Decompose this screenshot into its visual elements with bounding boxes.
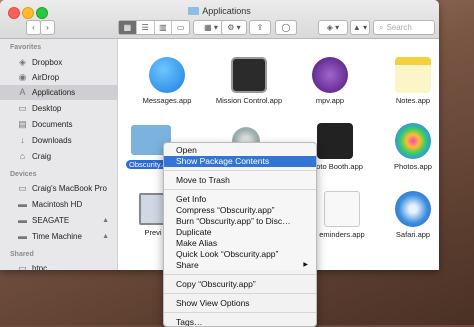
sidebar-item-htpc[interactable]: ▭ htpc <box>0 261 117 270</box>
safari-icon <box>395 191 431 227</box>
menu-item-get-info[interactable]: Get Info <box>164 194 316 205</box>
window-title: Applications <box>0 6 439 16</box>
shared-header: Shared <box>10 251 34 258</box>
search-icon: ⌕ <box>379 23 384 32</box>
back-button[interactable]: ‹ <box>26 20 41 35</box>
menu-item-duplicate[interactable]: Duplicate <box>164 227 316 238</box>
forward-button[interactable]: › <box>40 20 55 35</box>
sidebar-item-documents[interactable]: ▤ Documents <box>0 117 117 132</box>
menu-item-make-alias[interactable]: Make Alias <box>164 238 316 249</box>
menu-item-share[interactable]: Share ▶ <box>164 260 316 271</box>
app-item-notes[interactable]: Notes.app <box>374 57 439 105</box>
sidebar-item-downloads[interactable]: ↓ Downloads <box>0 133 117 148</box>
eject-icon[interactable]: ▲ <box>102 229 109 244</box>
submenu-arrow-icon: ▶ <box>303 262 308 268</box>
app-item-mission-control[interactable]: Mission Control.app <box>210 57 288 105</box>
dropbox-icon: ◈ <box>19 57 26 67</box>
menu-item-compress[interactable]: Compress “Obscurity.app” <box>164 205 316 216</box>
mission-control-icon <box>231 57 267 93</box>
share-button[interactable]: ⇪ <box>249 20 271 35</box>
photos-icon <box>395 123 431 159</box>
sidebar-item-craig[interactable]: ⌂ Craig <box>0 149 117 164</box>
title-bar: Applications ‹ › ▦ ☰ ▥ ▭ ▦ ▾ ⚙ ▾ ⇪ ◯ ◈ ▾… <box>0 0 439 39</box>
menu-item-quick-look[interactable]: Quick Look “Obscurity.app” <box>164 249 316 260</box>
cover-flow-button[interactable]: ▭ <box>172 21 189 34</box>
menu-separator <box>164 312 316 313</box>
menu-separator <box>164 170 316 171</box>
tag-button[interactable]: ◯ <box>275 20 297 35</box>
sidebar-item-time-machine[interactable]: ▬ Time Machine ▲ <box>0 229 117 244</box>
sidebar-item-applications[interactable]: A Applications <box>0 85 117 100</box>
menu-separator <box>164 274 316 275</box>
context-menu: Open Show Package Contents Move to Trash… <box>163 142 317 327</box>
sidebar: Favorites ◈ Dropbox ◉ AirDrop A Application… <box>0 39 118 270</box>
list-view-button[interactable]: ☰ <box>137 21 155 34</box>
app-item-safari[interactable]: Safari.app <box>374 191 439 239</box>
menu-item-show-view-options[interactable]: Show View Options <box>164 298 316 309</box>
view-mode-group: ▦ ☰ ▥ ▭ <box>118 20 190 35</box>
downloads-icon: ↓ <box>20 135 25 145</box>
drive-icon: ▬ <box>18 231 27 241</box>
server-icon: ▭ <box>18 263 27 270</box>
sidebar-item-dropbox[interactable]: ◈ Dropbox <box>0 55 117 70</box>
menu-separator <box>164 189 316 190</box>
menu-item-move-to-trash[interactable]: Move to Trash <box>164 175 316 186</box>
documents-icon: ▤ <box>18 119 27 129</box>
devices-header: Devices <box>10 171 37 178</box>
column-view-button[interactable]: ▥ <box>155 21 173 34</box>
sidebar-item-airdrop[interactable]: ◉ AirDrop <box>0 70 117 85</box>
menu-item-burn[interactable]: Burn “Obscurity.app” to Disc… <box>164 216 316 227</box>
sidebar-item-desktop[interactable]: ▭ Desktop <box>0 101 117 116</box>
app-item-photos[interactable]: Photos.app <box>374 123 439 171</box>
applications-icon: A <box>19 87 26 97</box>
app-item-mpv[interactable]: mpv.app <box>291 57 369 105</box>
sidebar-item-seagate[interactable]: ▬ SEAGATE ▲ <box>0 213 117 228</box>
drive-icon: ▬ <box>18 199 27 209</box>
notes-icon <box>395 57 431 93</box>
sidebar-item-macintosh-hd[interactable]: ▬ Macintosh HD <box>0 197 117 212</box>
eject-icon[interactable]: ▲ <box>102 213 109 228</box>
mpv-icon <box>312 57 348 93</box>
icon-view-button[interactable]: ▦ <box>119 21 137 34</box>
favorites-header: Favorites <box>10 44 42 51</box>
folder-icon <box>188 7 200 15</box>
app-item-reminders[interactable]: eminders.app <box>312 191 372 239</box>
menu-separator <box>164 293 316 294</box>
eject-toolbar-button[interactable]: ▲ ▾ <box>350 20 370 35</box>
menu-item-tags[interactable]: Tags… <box>164 317 316 326</box>
reminders-icon <box>324 191 360 227</box>
photo-booth-icon <box>317 123 353 159</box>
menu-item-show-package-contents[interactable]: Show Package Contents <box>164 156 316 167</box>
drive-icon: ▬ <box>18 215 27 225</box>
desktop-icon: ▭ <box>18 103 27 113</box>
menu-item-open[interactable]: Open <box>164 145 316 156</box>
home-icon: ⌂ <box>19 151 26 161</box>
laptop-icon: ▭ <box>18 183 27 193</box>
menu-item-copy[interactable]: Copy “Obscurity.app” <box>164 279 316 290</box>
messages-icon <box>149 57 185 93</box>
sidebar-item-macbook[interactable]: ▭ Craig's MacBook Pro <box>0 181 117 196</box>
action-gear-button[interactable]: ⚙ ▾ <box>221 20 247 35</box>
airdrop-icon: ◉ <box>18 72 27 82</box>
search-input[interactable]: ⌕ Search <box>373 20 435 35</box>
dropbox-toolbar-button[interactable]: ◈ ▾ <box>318 20 348 35</box>
app-item-messages[interactable]: Messages.app <box>128 57 206 105</box>
